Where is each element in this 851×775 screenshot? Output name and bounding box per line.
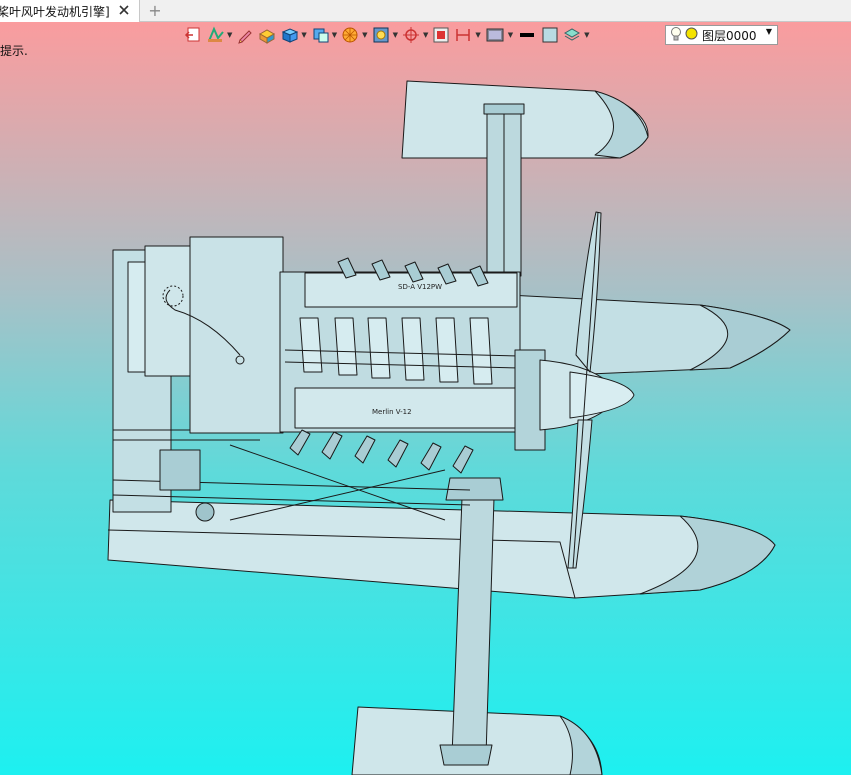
- mounting-plate: [189, 236, 284, 434]
- engine-assembly-model[interactable]: SD-A V12PW Merlin V-12: [0, 22, 851, 775]
- close-x-icon[interactable]: [117, 3, 131, 17]
- engine-label-bottom: Merlin V-12: [372, 408, 412, 416]
- tab-title: 桨叶风叶发动机引擎]: [0, 4, 110, 19]
- tab-bar: 桨叶风叶发动机引擎] +: [0, 0, 851, 22]
- spinner: [569, 371, 635, 419]
- 3d-viewport[interactable]: 提示. ▼ ▼ ▼ ▼ ▼ ▼ ▼ ▼ ▼ 图层0000 ▼ SD-A V12P…: [0, 22, 851, 775]
- plus-icon[interactable]: +: [146, 2, 164, 20]
- engine-label-top: SD-A V12PW: [398, 283, 442, 291]
- document-tab[interactable]: 桨叶风叶发动机引擎]: [0, 0, 140, 22]
